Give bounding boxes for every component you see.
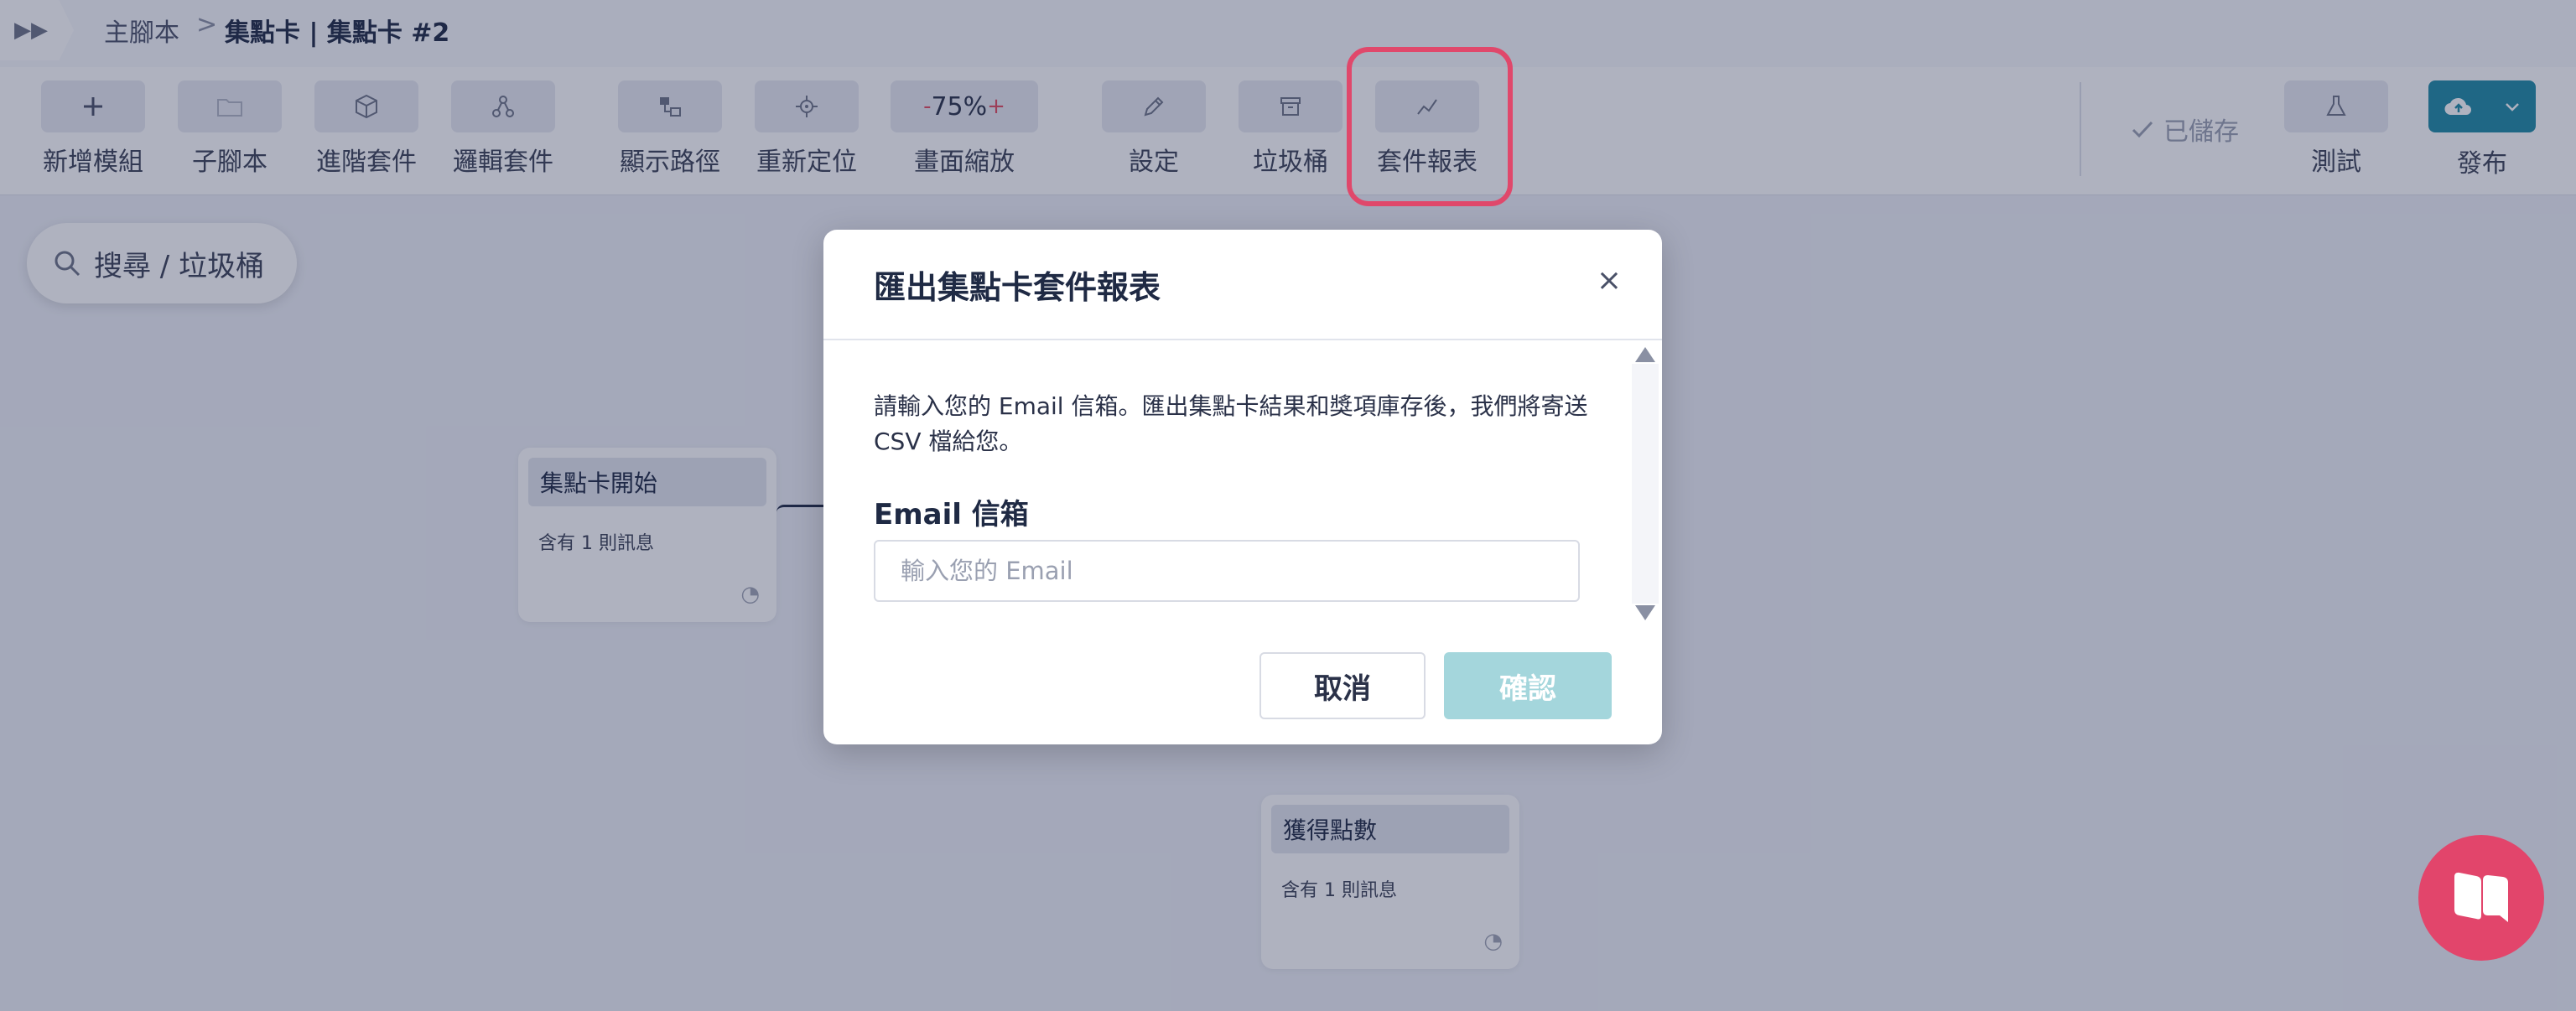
dialog-title: 匯出集點卡套件報表: [874, 269, 1161, 306]
kit-report-highlight: [1347, 47, 1513, 206]
export-report-dialog: 匯出集點卡套件報表 × 請輸入您的 Email 信箱。匯出集點卡結果和獎項庫存後…: [823, 230, 1662, 744]
chat-bubble-icon: [2454, 872, 2508, 922]
cancel-button[interactable]: 取消: [1259, 652, 1426, 719]
dialog-description: 請輸入您的 Email 信箱。匯出集點卡結果和獎項庫存後，我們將寄送 CSV 檔…: [874, 392, 1588, 455]
email-label: Email 信箱: [874, 498, 1029, 531]
close-icon[interactable]: ×: [1597, 263, 1622, 298]
dialog-scrollbar[interactable]: [1632, 364, 1659, 604]
scroll-up-arrow-icon[interactable]: [1635, 347, 1655, 362]
chat-support-button[interactable]: [2418, 835, 2544, 961]
email-field[interactable]: [874, 540, 1580, 602]
scroll-down-arrow-icon[interactable]: [1635, 605, 1655, 620]
dialog-divider: [823, 339, 1662, 340]
confirm-button[interactable]: 確認: [1444, 652, 1612, 719]
